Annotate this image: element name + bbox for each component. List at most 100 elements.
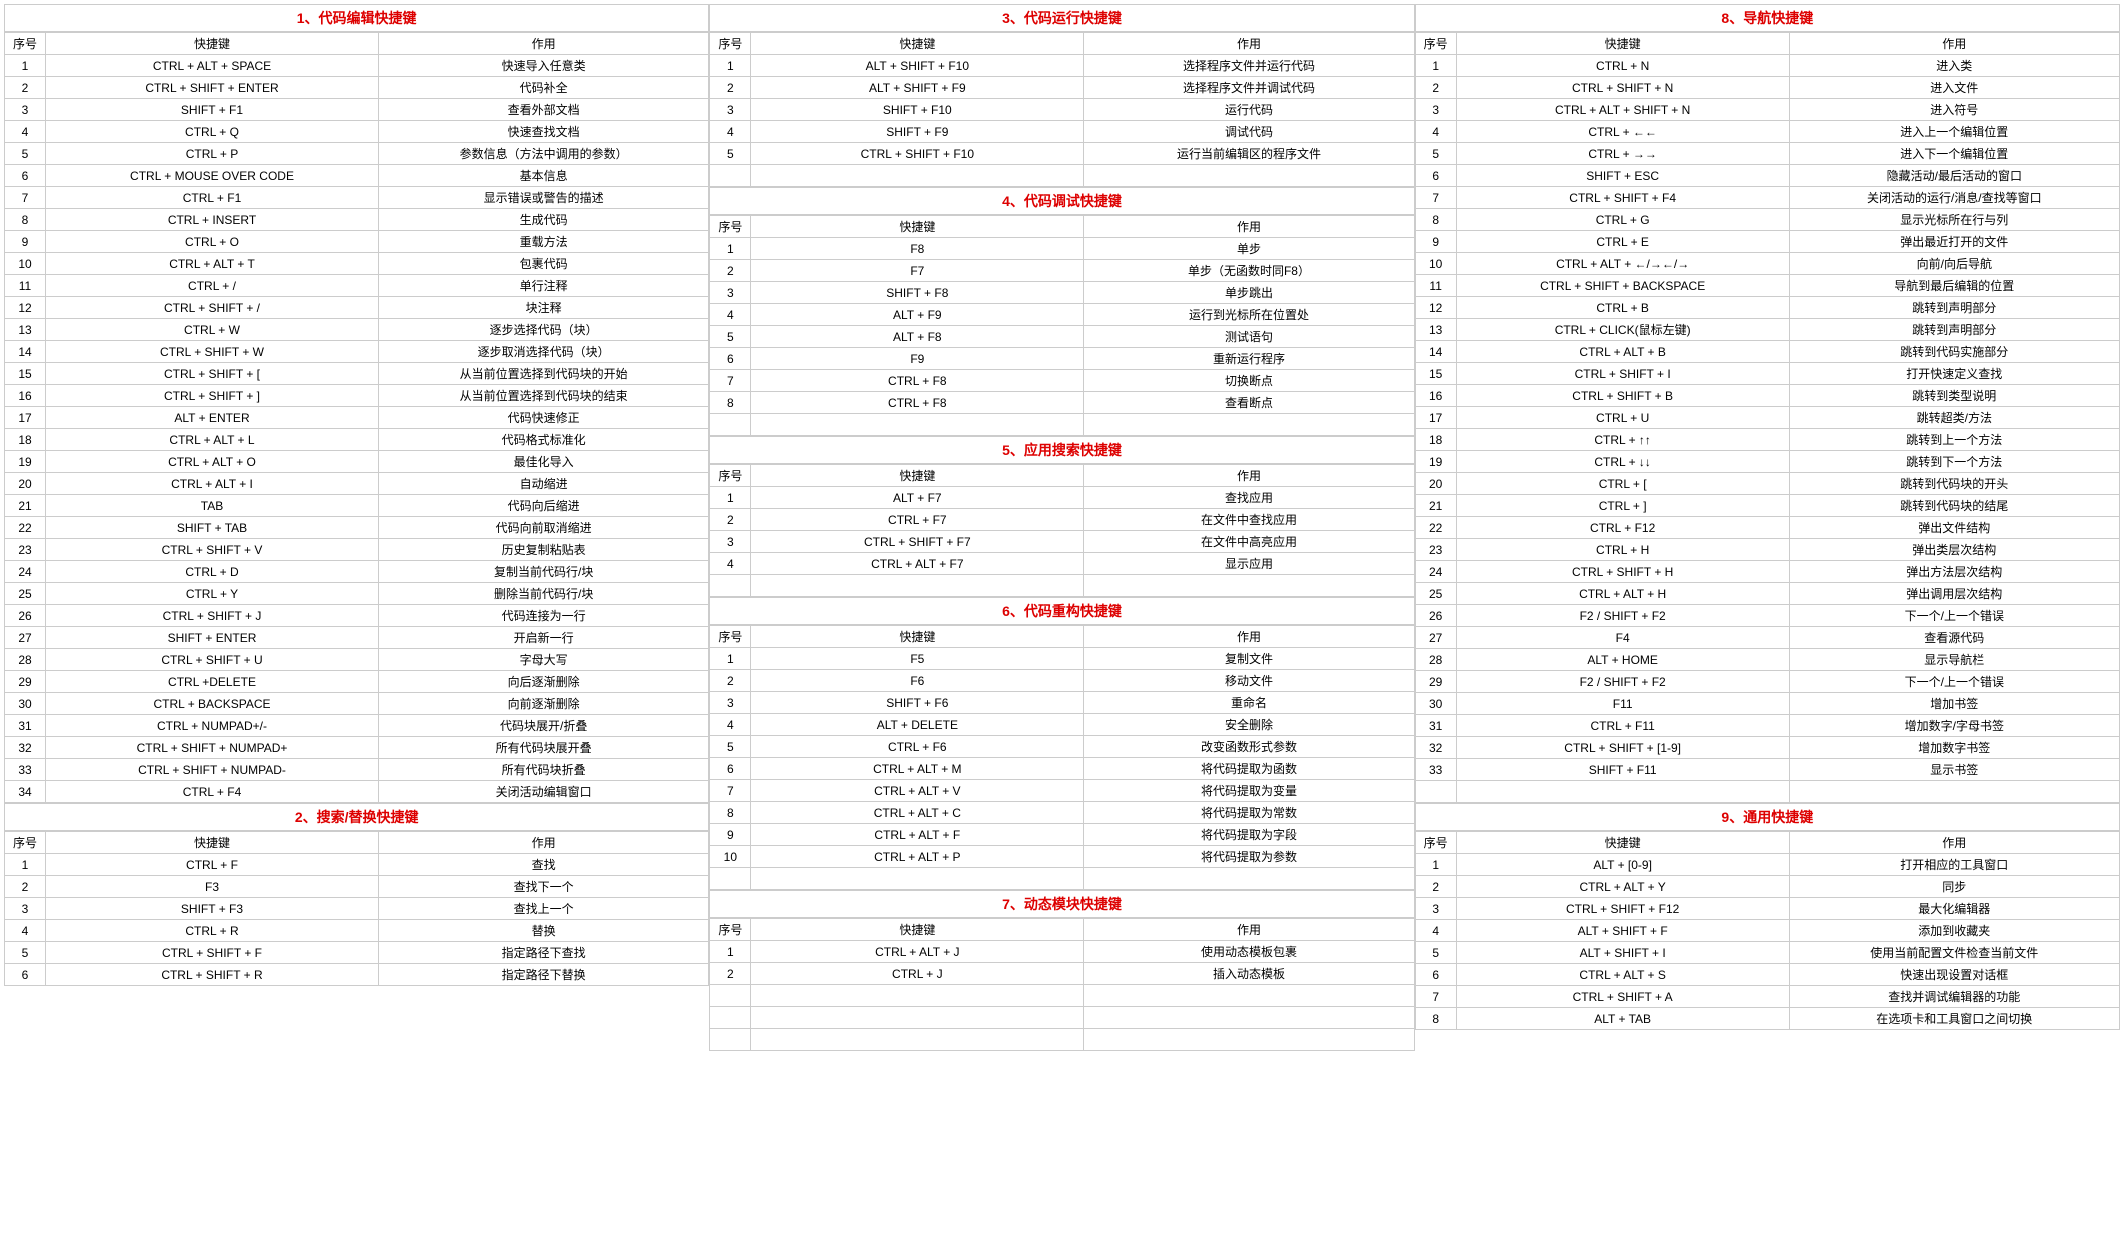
row-number: 1: [5, 854, 46, 876]
shortcut-action: 单步: [1084, 238, 1414, 260]
shortcut-action: 下一个/上一个错误: [1789, 671, 2119, 693]
shortcut-key: ALT + SHIFT + F9: [751, 77, 1084, 99]
table-row: 2CTRL + F7在文件中查找应用: [710, 509, 1414, 531]
shortcut-key: CTRL + F11: [1456, 715, 1789, 737]
shortcut-action: 测试语句: [1084, 326, 1414, 348]
key-header: 快捷键: [751, 216, 1084, 238]
row-number: 4: [5, 920, 46, 942]
shortcut-action: 跳转到上一个方法: [1789, 429, 2119, 451]
shortcut-key: CTRL + ]: [1456, 495, 1789, 517]
shortcut-action: 基本信息: [378, 165, 708, 187]
row-number: 3: [710, 99, 751, 121]
row-number: 34: [5, 781, 46, 803]
shortcut-action: 替换: [378, 920, 708, 942]
row-number: 1: [5, 55, 46, 77]
table-row: 1ALT + SHIFT + F10选择程序文件并运行代码: [710, 55, 1414, 77]
shortcut-key: CTRL + N: [1456, 55, 1789, 77]
shortcut-action: 弹出调用层次结构: [1789, 583, 2119, 605]
table-row: 8CTRL + ALT + C将代码提取为常数: [710, 802, 1414, 824]
shortcut-action: 参数信息（方法中调用的参数）: [378, 143, 708, 165]
shortcut-action: 逐步选择代码（块）: [378, 319, 708, 341]
shortcut-key: SHIFT + F9: [751, 121, 1084, 143]
shortcut-action: 查找并调试编辑器的功能: [1789, 986, 2119, 1008]
row-number: 2: [710, 260, 751, 282]
shortcut-key: ALT + [0-9]: [1456, 854, 1789, 876]
row-number: 23: [1415, 539, 1456, 561]
table-row: 1CTRL + F查找: [5, 854, 709, 876]
num-header: 序号: [5, 33, 46, 55]
shortcut-key: CTRL + U: [1456, 407, 1789, 429]
row-number: 6: [710, 758, 751, 780]
row-number: 14: [5, 341, 46, 363]
shortcut-key: CTRL + ALT + ←/→←/→: [1456, 253, 1789, 275]
shortcut-action: 重载方法: [378, 231, 708, 253]
shortcut-key: CTRL + ↓↓: [1456, 451, 1789, 473]
table-row: 2F7单步（无函数时同F8）: [710, 260, 1414, 282]
shortcut-action: 进入类: [1789, 55, 2119, 77]
table-row: 1ALT + [0-9]打开相应的工具窗口: [1415, 854, 2119, 876]
section-title: 1、代码编辑快捷键: [4, 4, 709, 32]
act-header: 作用: [1789, 33, 2119, 55]
act-header: 作用: [1084, 465, 1414, 487]
row-number: 5: [1415, 143, 1456, 165]
shortcut-action: 向后逐渐删除: [378, 671, 708, 693]
shortcut-key: CTRL + ALT + C: [751, 802, 1084, 824]
shortcut-action: 将代码提取为变量: [1084, 780, 1414, 802]
shortcut-key: CTRL + ALT + I: [46, 473, 379, 495]
shortcut-action: 进入下一个编辑位置: [1789, 143, 2119, 165]
shortcut-key: SHIFT + ESC: [1456, 165, 1789, 187]
shortcut-action: 复制文件: [1084, 648, 1414, 670]
row-number: 19: [5, 451, 46, 473]
row-number: 2: [1415, 77, 1456, 99]
shortcut-action: 使用当前配置文件检查当前文件: [1789, 942, 2119, 964]
shortcut-key: CTRL + ↑↑: [1456, 429, 1789, 451]
shortcut-action: 逐步取消选择代码（块）: [378, 341, 708, 363]
table-row: 8CTRL + INSERT生成代码: [5, 209, 709, 231]
shortcut-action: 跳转到代码实施部分: [1789, 341, 2119, 363]
shortcut-key: CTRL + F8: [751, 392, 1084, 414]
shortcut-key: CTRL + ALT + F: [751, 824, 1084, 846]
empty-row: [710, 414, 1414, 436]
table-row: 22SHIFT + TAB代码向前取消缩进: [5, 517, 709, 539]
row-number: 23: [5, 539, 46, 561]
shortcut-action: 进入文件: [1789, 77, 2119, 99]
shortcut-action: 改变函数形式参数: [1084, 736, 1414, 758]
row-number: 13: [1415, 319, 1456, 341]
column-2: 3、代码运行快捷键序号快捷键作用1ALT + SHIFT + F10选择程序文件…: [709, 4, 1414, 1051]
shortcut-key: CTRL + SHIFT + F: [46, 942, 379, 964]
row-number: 4: [710, 714, 751, 736]
table-row: 29F2 / SHIFT + F2下一个/上一个错误: [1415, 671, 2119, 693]
shortcut-key: CTRL +DELETE: [46, 671, 379, 693]
row-number: 5: [5, 143, 46, 165]
key-header: 快捷键: [1456, 832, 1789, 854]
shortcut-action: 重命名: [1084, 692, 1414, 714]
row-number: 5: [1415, 942, 1456, 964]
shortcut-action: 在文件中高亮应用: [1084, 531, 1414, 553]
row-number: 3: [710, 282, 751, 304]
shortcut-key: CTRL + ALT + V: [751, 780, 1084, 802]
row-number: 25: [5, 583, 46, 605]
shortcut-key: ALT + HOME: [1456, 649, 1789, 671]
row-number: 9: [5, 231, 46, 253]
num-header: 序号: [1415, 33, 1456, 55]
table-row: 27SHIFT + ENTER开启新一行: [5, 627, 709, 649]
row-number: 7: [710, 370, 751, 392]
shortcut-key: TAB: [46, 495, 379, 517]
section-title: 5、应用搜索快捷键: [709, 436, 1414, 464]
row-number: 20: [5, 473, 46, 495]
shortcut-action: 复制当前代码行/块: [378, 561, 708, 583]
shortcut-key: CTRL + ALT + SHIFT + N: [1456, 99, 1789, 121]
row-number: 1: [1415, 854, 1456, 876]
key-header: 快捷键: [751, 33, 1084, 55]
table-row: 1CTRL + ALT + J使用动态模板包裹: [710, 941, 1414, 963]
table-row: 3CTRL + SHIFT + F7在文件中高亮应用: [710, 531, 1414, 553]
shortcut-key: CTRL + W: [46, 319, 379, 341]
shortcut-action: 代码向后缩进: [378, 495, 708, 517]
shortcut-table: 序号快捷键作用1F8单步2F7单步（无函数时同F8）3SHIFT + F8单步跳…: [709, 215, 1414, 436]
shortcut-action: 同步: [1789, 876, 2119, 898]
table-row: 9CTRL + E弹出最近打开的文件: [1415, 231, 2119, 253]
row-number: 1: [710, 487, 751, 509]
row-number: 16: [1415, 385, 1456, 407]
table-row: 5CTRL + SHIFT + F10运行当前编辑区的程序文件: [710, 143, 1414, 165]
row-number: 2: [1415, 876, 1456, 898]
